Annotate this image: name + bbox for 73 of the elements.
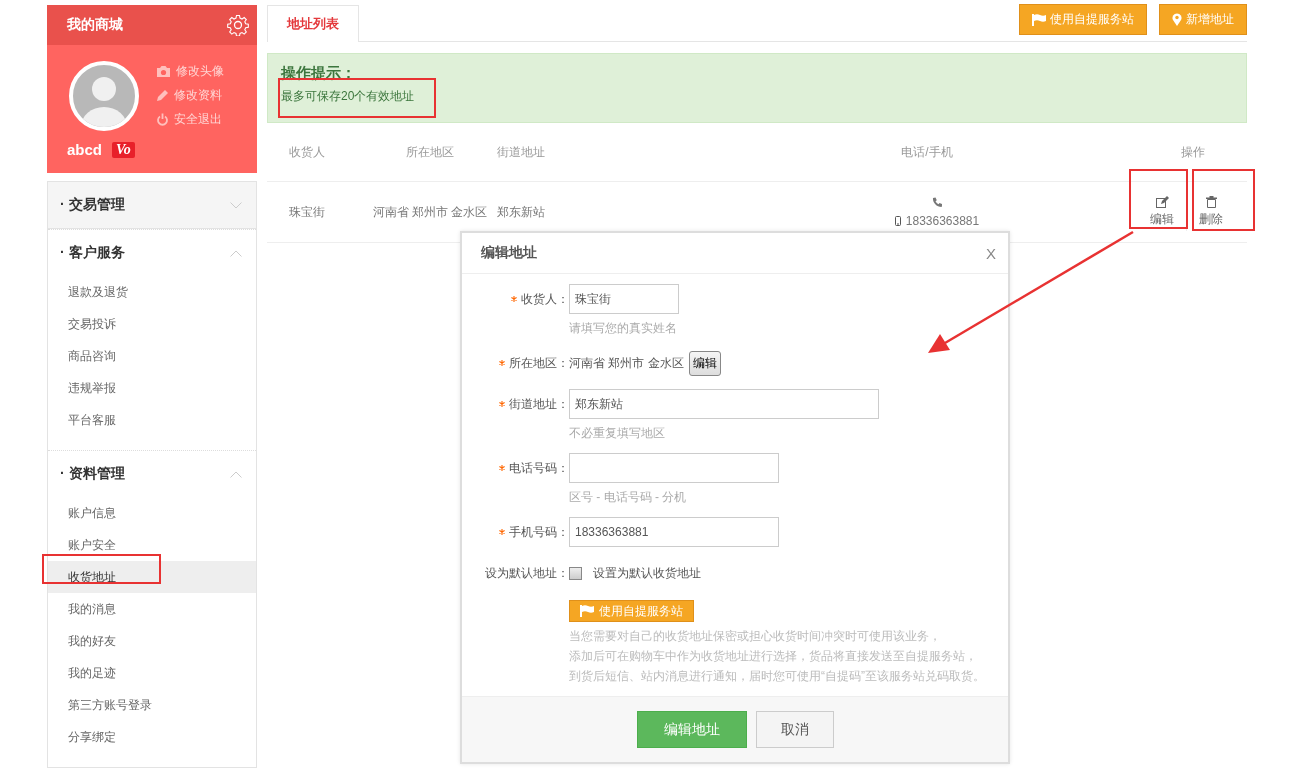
notice-text: 最多可保存20个有效地址 (281, 88, 416, 105)
sidebar-title: 我的商城 (67, 16, 123, 34)
cancel-button[interactable]: 取消 (755, 711, 834, 748)
close-button[interactable]: X (986, 244, 996, 262)
column-header: 操作 (1181, 143, 1205, 161)
input-field[interactable]: 18336363881 (569, 517, 779, 547)
column-header: 收货人 (289, 144, 325, 159)
chevron-up-icon[interactable] (230, 470, 242, 478)
camera-icon (156, 65, 171, 78)
sidebar-item[interactable]: 我的足迹 (48, 657, 256, 689)
tab[interactable]: 地址列表 (267, 5, 359, 42)
column-header: 所在地区 (406, 144, 454, 159)
required-mark-icon (499, 465, 505, 471)
sidebar-item[interactable]: 违规举报 (48, 372, 256, 404)
table-cell: 郑东新站 (497, 204, 545, 219)
delete-link[interactable]: 删除 (1195, 196, 1227, 228)
sidebar-item[interactable]: 账户安全 (48, 529, 256, 561)
edit-icon (1155, 196, 1169, 208)
field-hint: 请填写您的真实姓名 (569, 320, 678, 337)
dialog-title: 编辑地址 (481, 244, 537, 262)
field-hint: 区号 - 电话号码 - 分机 (569, 489, 688, 506)
chevron-up-icon[interactable] (230, 249, 242, 257)
sidebar-group-header[interactable]: · 客户服务 (48, 230, 256, 276)
chevron-down-icon[interactable] (230, 201, 242, 209)
field-label: 收货人： (521, 290, 569, 308)
required-mark-icon (511, 296, 517, 302)
sidebar-group-header[interactable]: · 交易管理 (48, 182, 256, 228)
sidebar-item[interactable]: 平台客服 (48, 404, 256, 436)
required-mark-icon (499, 529, 505, 535)
column-header: 电话/手机 (901, 144, 953, 159)
sidebar-item[interactable]: 商品咨询 (48, 340, 256, 372)
sidebar-item[interactable]: 我的好友 (48, 625, 256, 657)
sidebar-item[interactable]: 我的消息 (48, 593, 256, 625)
table-cell: 河南省 郑州市 金水区 (372, 204, 488, 219)
sidebar-item[interactable]: 交易投诉 (48, 308, 256, 340)
required-mark-icon (499, 401, 505, 407)
checkbox-label: 设置为默认收货地址 (593, 564, 701, 582)
phone-icon (932, 196, 942, 208)
input-field[interactable]: 郑东新站 (569, 389, 879, 419)
flag-icon (1032, 13, 1046, 26)
column-header: 街道地址 (497, 144, 545, 159)
checkbox[interactable] (569, 566, 582, 580)
field-label: 所在地区： (509, 354, 569, 372)
edit-link[interactable]: 编辑 (1146, 196, 1178, 228)
annotation-box (1192, 169, 1255, 231)
table-cell: 18336363881 (905, 213, 980, 228)
location-pin-icon (1172, 13, 1182, 26)
region-value: 河南省 郑州市 金水区 (569, 354, 684, 372)
settings-icon[interactable] (227, 14, 249, 36)
input-field[interactable]: 珠宝街 (569, 284, 679, 314)
field-label: 手机号码： (509, 523, 569, 541)
sidebar-item[interactable]: 退款及退货 (48, 276, 256, 308)
field-label: 设为默认地址： (485, 564, 569, 582)
trash-icon (1205, 196, 1217, 208)
field-label: 街道地址： (509, 395, 569, 413)
member-badge: Vo (112, 141, 135, 158)
edit-region-button[interactable]: 编辑 (688, 350, 721, 376)
input-field[interactable] (569, 453, 779, 483)
sidebar-item[interactable]: 账户信息 (48, 497, 256, 529)
field-hint: 不必重复填写地区 (569, 425, 666, 442)
pickup-description: 当您需要对自己的收货地址保密或担心收货时间冲突时可使用该业务， 添加后可在购物车中作为收货地址进行选择，货品将直接发送至自提服务站， 到货后短信、站内消息进行通知，届时您可使用“自提码”至该服务站兑码取货。 (569, 628, 986, 685)
sidebar-group-header[interactable]: · 资料管理 (48, 451, 256, 497)
sidebar-item[interactable]: 分享绑定 (48, 721, 256, 753)
annotation-box (1129, 169, 1188, 229)
sidebar-item[interactable]: 第三方账号登录 (48, 689, 256, 721)
field-label: 电话号码： (509, 459, 569, 477)
pencil-icon (156, 89, 169, 102)
table-cell: 珠宝街 (289, 204, 325, 219)
flag-icon (580, 605, 594, 617)
power-icon (156, 113, 169, 126)
username: abcd (67, 141, 102, 158)
required-mark-icon (499, 360, 505, 366)
mobile-phone-icon (894, 215, 901, 226)
